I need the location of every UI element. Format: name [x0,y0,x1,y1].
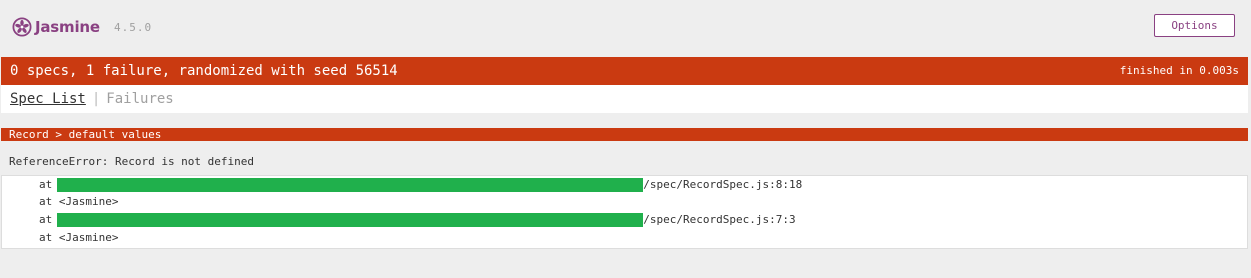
version-label: 4.5.0 [114,21,153,34]
stack-line: at/spec/RecordSpec.js:8:18 [39,177,802,193]
stack-prefix: at [39,178,53,191]
summary-text: 0 specs, 1 failure, randomized with seed… [10,63,398,79]
stack-prefix: at [39,213,53,226]
redacted-path [57,178,644,192]
redacted-path [57,213,644,227]
menu-separator: | [91,91,101,107]
results-menu: Spec List | Failures [1,85,1248,113]
failure-summary-bar: 0 specs, 1 failure, randomized with seed… [1,57,1248,85]
spec-list-link[interactable]: Spec List [10,91,86,107]
options-button[interactable]: Options [1154,14,1235,37]
failed-spec-name: Record > default values [1,128,1248,141]
stack-text: <Jasmine> [58,195,119,208]
stack-line: at <Jasmine> [39,230,118,246]
duration-text: finished in 0.003s [1119,64,1239,77]
jasmine-flower-icon [12,17,32,37]
stack-location: /spec/RecordSpec.js:8:18 [643,178,803,191]
stack-location: /spec/RecordSpec.js:7:3 [643,213,796,226]
failures-link: Failures [106,91,174,107]
jasmine-logo: Jasmine [12,17,100,37]
stack-trace: at/spec/RecordSpec.js:8:18 at <Jasmine> … [1,175,1248,249]
error-message: ReferenceError: Record is not defined [9,155,255,168]
spec-name-link[interactable]: Record > default values [9,128,161,141]
stack-prefix: at [39,231,53,244]
stack-line: at/spec/RecordSpec.js:7:3 [39,212,796,228]
stack-line: at <Jasmine> [39,194,118,210]
app-name: Jasmine [35,18,100,36]
stack-prefix: at [39,195,53,208]
jasmine-banner: Jasmine 4.5.0 Options [0,0,1251,56]
stack-text: <Jasmine> [58,231,119,244]
